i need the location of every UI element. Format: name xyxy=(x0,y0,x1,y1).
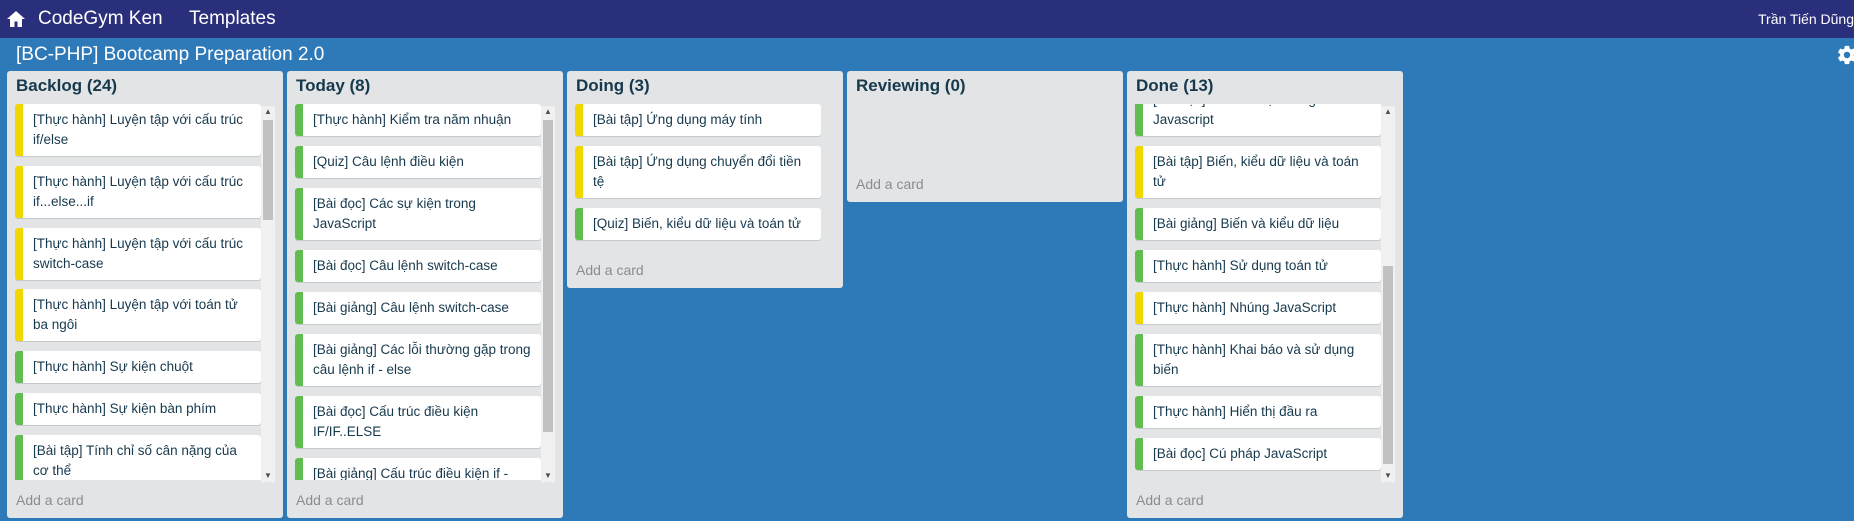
card-container: [Bài tập] Ứng dụng máy tính [Bài tập] Ứn… xyxy=(575,104,821,244)
card-text: [Bài đọc] Câu lệnh switch-case xyxy=(313,258,498,273)
list-backlog: Backlog (24) [Thực hành] Luyện tập với c… xyxy=(7,71,283,518)
scroll-down-arrow-icon[interactable]: ▼ xyxy=(261,470,275,482)
brand-link[interactable]: CodeGym Ken xyxy=(38,8,163,30)
card[interactable]: [Thực hành] Luyện tập với toán tử ba ngô… xyxy=(15,289,261,341)
list-done: Done (13) [Bài đọc] Kiểu dữ liệu trong J… xyxy=(1127,71,1403,518)
list-title: Today (8) xyxy=(296,76,371,95)
scrollbar-thumb[interactable] xyxy=(1383,266,1393,464)
card[interactable]: [Thực hành] Nhúng JavaScript xyxy=(1135,292,1381,324)
card-text: [Bài giảng] Các lỗi thường gặp trong câu… xyxy=(313,342,531,377)
card[interactable]: [Bài đọc] Cấu trúc điều kiện IF/IF..ELSE xyxy=(295,396,541,448)
card[interactable]: [Bài giảng] Cấu trúc điều kiện if - else xyxy=(295,458,541,480)
templates-link[interactable]: Templates xyxy=(189,8,276,30)
card[interactable]: [Thực hành] Kiểm tra năm nhuận xyxy=(295,104,541,136)
card[interactable]: [Quiz] Câu lệnh điều kiện xyxy=(295,146,541,178)
card[interactable]: [Bài tập] Ứng dụng chuyển đổi tiền tệ xyxy=(575,146,821,198)
scrollbar[interactable]: ▲ ▼ xyxy=(541,106,555,482)
list-today: Today (8) [Thực hành] Kiểm tra năm nhuận… xyxy=(287,71,563,518)
card-container: [Bài đọc] Kiểu dữ liệu trong Javascript … xyxy=(1135,104,1381,480)
card[interactable]: [Bài giảng] Biến và kiểu dữ liệu xyxy=(1135,208,1381,240)
card-container: [Thực hành] Luyện tập với cấu trúc if/el… xyxy=(15,104,261,480)
top-navigation-bar: CodeGym Ken Templates Trần Tiến Dũng xyxy=(0,0,1854,38)
card-text: [Thực hành] Sự kiện bàn phím xyxy=(33,401,217,416)
add-card-button[interactable]: Add a card xyxy=(16,492,84,508)
card[interactable]: [Thực hành] Luyện tập với cấu trúc if...… xyxy=(15,166,261,218)
card-text: [Bài đọc] Các sự kiện trong JavaScript xyxy=(313,196,476,231)
card-text: [Bài đọc] Kiểu dữ liệu trong Javascript xyxy=(1153,104,1316,127)
card-container: [Thực hành] Kiểm tra năm nhuận [Quiz] Câ… xyxy=(295,104,541,480)
card-text: [Quiz] Câu lệnh điều kiện xyxy=(313,154,464,169)
list-doing: Doing (3) [Bài tập] Ứng dụng máy tính [B… xyxy=(567,71,843,288)
card[interactable]: [Bài đọc] Cú pháp JavaScript xyxy=(1135,438,1381,470)
card-text: [Bài tập] Biến, kiểu dữ liệu và toán tử xyxy=(1153,154,1359,189)
card[interactable]: [Bài giảng] Câu lệnh switch-case xyxy=(295,292,541,324)
board-title: [BC-PHP] Bootcamp Preparation 2.0 xyxy=(16,44,325,65)
add-card-button[interactable]: Add a card xyxy=(1136,492,1204,508)
scrollbar-thumb[interactable] xyxy=(263,120,273,220)
card-text: [Bài giảng] Câu lệnh switch-case xyxy=(313,300,509,315)
card-text: [Bài tập] Ứng dụng máy tính xyxy=(593,112,763,127)
list-title: Reviewing (0) xyxy=(856,76,966,95)
scrollbar[interactable]: ▲ ▼ xyxy=(261,106,275,482)
card-text: [Bài đọc] Cấu trúc điều kiện IF/IF..ELSE xyxy=(313,404,479,439)
card[interactable]: [Thực hành] Hiển thị đầu ra xyxy=(1135,396,1381,428)
card[interactable]: [Bài tập] Tính chỉ số cân nặng của cơ th… xyxy=(15,435,261,480)
list-title: Backlog (24) xyxy=(16,76,118,95)
user-name[interactable]: Trần Tiến Dũng xyxy=(1758,11,1854,27)
card[interactable]: [Bài giảng] Các lỗi thường gặp trong câu… xyxy=(295,334,541,386)
scroll-up-arrow-icon[interactable]: ▲ xyxy=(1381,106,1395,118)
card[interactable]: [Bài đọc] Câu lệnh switch-case xyxy=(295,250,541,282)
card-text: [Thực hành] Khai báo và sử dụng biến xyxy=(1153,342,1355,377)
card-text: [Bài tập] Ứng dụng chuyển đổi tiền tệ xyxy=(593,154,802,189)
add-card-button[interactable]: Add a card xyxy=(576,262,644,278)
scrollbar-thumb[interactable] xyxy=(543,120,553,432)
card[interactable]: [Thực hành] Sự kiện bàn phím xyxy=(15,393,261,425)
scroll-up-arrow-icon[interactable]: ▲ xyxy=(541,106,555,118)
card[interactable]: [Bài đọc] Các sự kiện trong JavaScript xyxy=(295,188,541,240)
card[interactable]: [Thực hành] Sự kiện chuột xyxy=(15,351,261,383)
scroll-up-arrow-icon[interactable]: ▲ xyxy=(261,106,275,118)
card-text: [Thực hành] Sự kiện chuột xyxy=(33,359,193,374)
card[interactable]: [Bài đọc] Kiểu dữ liệu trong Javascript xyxy=(1135,104,1381,136)
card[interactable]: [Bài tập] Biến, kiểu dữ liệu và toán tử xyxy=(1135,146,1381,198)
card[interactable]: [Quiz] Biến, kiểu dữ liệu và toán tử xyxy=(575,208,821,240)
card-text: [Thực hành] Hiển thị đầu ra xyxy=(1153,404,1318,419)
card-text: [Quiz] Biến, kiểu dữ liệu và toán tử xyxy=(593,216,801,231)
scrollbar[interactable]: ▲ ▼ xyxy=(1381,106,1395,482)
card-text: [Bài giảng] Cấu trúc điều kiện if - else xyxy=(313,466,509,480)
add-card-button[interactable]: Add a card xyxy=(296,492,364,508)
card-text: [Thực hành] Luyện tập với cấu trúc if...… xyxy=(33,174,244,209)
card-text: [Thực hành] Nhúng JavaScript xyxy=(1153,300,1337,315)
card-text: [Bài đọc] Cú pháp JavaScript xyxy=(1153,446,1328,461)
list-title: Doing (3) xyxy=(576,76,650,95)
card[interactable]: [Thực hành] Luyện tập với cấu trúc switc… xyxy=(15,228,261,280)
card-text: [Thực hành] Kiểm tra năm nhuận xyxy=(313,112,512,127)
card[interactable]: [Bài tập] Ứng dụng máy tính xyxy=(575,104,821,136)
list-title: Done (13) xyxy=(1136,76,1214,95)
card-text: [Bài tập] Tính chỉ số cân nặng của cơ th… xyxy=(33,443,237,478)
card[interactable]: [Thực hành] Sử dụng toán tử xyxy=(1135,250,1381,282)
card[interactable]: [Thực hành] Khai báo và sử dụng biến xyxy=(1135,334,1381,386)
add-card-button[interactable]: Add a card xyxy=(856,176,924,192)
card-text: [Bài giảng] Biến và kiểu dữ liệu xyxy=(1153,216,1340,231)
scroll-down-arrow-icon[interactable]: ▼ xyxy=(1381,470,1395,482)
card-text: [Thực hành] Sử dụng toán tử xyxy=(1153,258,1328,273)
gear-icon[interactable] xyxy=(1836,44,1854,66)
list-reviewing: Reviewing (0) Add a card xyxy=(847,71,1123,202)
card-text: [Thực hành] Luyện tập với cấu trúc switc… xyxy=(33,236,244,271)
scroll-down-arrow-icon[interactable]: ▼ xyxy=(541,470,555,482)
card[interactable]: [Thực hành] Luyện tập với cấu trúc if/el… xyxy=(15,104,261,156)
card-text: [Thực hành] Luyện tập với cấu trúc if/el… xyxy=(33,112,244,147)
card-text: [Thực hành] Luyện tập với toán tử ba ngô… xyxy=(33,297,238,332)
home-icon[interactable] xyxy=(6,9,26,29)
